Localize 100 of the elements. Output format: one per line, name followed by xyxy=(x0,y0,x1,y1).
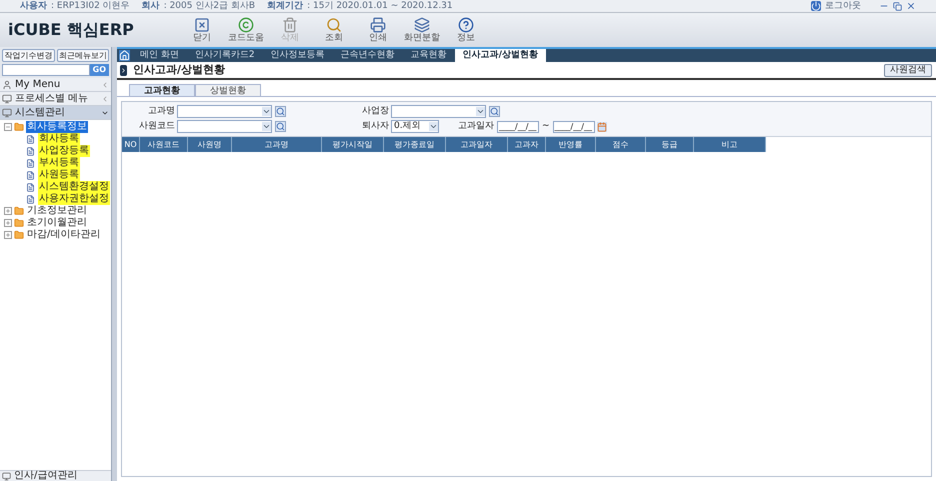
company-label: 회사 xyxy=(142,0,160,12)
document-icon xyxy=(26,158,35,168)
user-icon xyxy=(2,80,12,90)
folder-icon xyxy=(14,218,24,228)
retired-select[interactable]: 0.제외 xyxy=(391,120,439,133)
search-icon[interactable] xyxy=(275,121,286,132)
document-icon xyxy=(26,134,35,144)
tree-item[interactable]: 사원등록 xyxy=(38,169,80,181)
tab[interactable]: 인사고과/상벌현황 xyxy=(454,49,546,62)
user-value: : ERP13I02 이현우 xyxy=(51,0,130,12)
toolbar-icon xyxy=(370,16,386,32)
document-icon xyxy=(26,146,35,156)
toolbar-button[interactable]: 조회 xyxy=(312,16,356,44)
field-label: 고과명 xyxy=(147,105,176,118)
period-label: 회계기간 xyxy=(267,0,304,12)
toolbar-icon xyxy=(414,16,430,32)
monitor-icon xyxy=(2,94,12,104)
tree-item[interactable]: 마감/데이타관리 xyxy=(26,229,102,241)
sub-tab[interactable]: 상벌현황 xyxy=(195,84,261,96)
dropdown-icon xyxy=(262,107,271,116)
toolbar-button[interactable]: 정보 xyxy=(444,16,488,44)
tree-item[interactable]: 시스템환경설정 xyxy=(38,181,110,193)
close-icon[interactable] xyxy=(906,1,916,11)
column-header: 평가시작일 xyxy=(322,137,384,152)
field-label: 퇴사자 xyxy=(361,120,390,133)
go-button[interactable]: GO xyxy=(90,64,109,76)
sub-tab[interactable]: 고과현황 xyxy=(129,84,195,96)
document-icon xyxy=(26,170,35,180)
toolbar-button[interactable]: 코드도움 xyxy=(224,16,268,44)
tab[interactable]: 메인 화면 xyxy=(132,49,187,62)
period-value: : 15기 2020.01.01 ~ 2020.12.31 xyxy=(307,0,453,12)
sidebar-button[interactable]: 작업기수변경 xyxy=(2,49,54,62)
tree-item[interactable]: 부서등록 xyxy=(38,157,80,169)
expand-icon[interactable] xyxy=(4,231,12,239)
tab[interactable]: 인사정보등록 xyxy=(262,49,333,62)
title-marker-icon xyxy=(120,64,127,76)
employee-code-field[interactable] xyxy=(177,120,272,133)
column-header: 점수 xyxy=(596,137,646,152)
tab[interactable]: 교육현황 xyxy=(402,49,455,62)
tree-item[interactable]: 사용자권한설정 xyxy=(38,193,110,205)
course-field[interactable] xyxy=(177,105,272,118)
column-header: NO xyxy=(122,137,140,152)
user-label: 사용자 xyxy=(20,0,47,12)
toolbar-icon xyxy=(458,16,474,32)
sidebar-section[interactable]: My Menu xyxy=(0,78,111,92)
folder-icon xyxy=(14,230,24,240)
folder-icon xyxy=(14,122,24,132)
site-field[interactable] xyxy=(391,105,486,118)
employee-search-button[interactable]: 사원검색 xyxy=(884,64,932,76)
search-icon[interactable] xyxy=(489,106,500,117)
toolbar-button[interactable]: 화면분할 xyxy=(400,16,444,44)
sidebar-section[interactable]: 시스템관리 xyxy=(0,106,111,120)
column-header: 평가종료일 xyxy=(384,137,446,152)
tree-item[interactable]: 기초정보관리 xyxy=(26,205,88,217)
sidebar-button[interactable]: 최근메뉴보기 xyxy=(56,49,109,62)
column-header: 고과자 xyxy=(508,137,546,152)
range-separator: ~ xyxy=(541,120,551,133)
toolbar-icon xyxy=(194,16,210,32)
sidebar-section[interactable]: 프로세스별 메뉴 xyxy=(0,92,111,106)
search-icon[interactable] xyxy=(275,106,286,117)
company-value: : 2005 인사2급 회사B xyxy=(164,0,256,12)
field-label: 사업장 xyxy=(361,105,390,118)
column-header: 고과일자 xyxy=(446,137,508,152)
folder-icon xyxy=(14,206,24,216)
document-icon xyxy=(26,182,35,192)
monitor-icon xyxy=(2,472,11,480)
tab[interactable]: 인사기록카드2 xyxy=(186,49,263,62)
field-label: 고과일자 xyxy=(457,120,495,133)
home-icon[interactable] xyxy=(119,50,130,61)
tree-item[interactable]: 회사등록 xyxy=(38,133,80,145)
sidebar-section[interactable]: 인사/급여관리 xyxy=(0,470,111,481)
menu-search-field[interactable] xyxy=(2,64,90,76)
restore-icon[interactable] xyxy=(893,2,902,10)
toolbar-button[interactable]: 인쇄 xyxy=(356,16,400,44)
power-icon xyxy=(811,1,821,11)
tree-item[interactable]: 초기이월관리 xyxy=(26,217,88,229)
logout-link[interactable]: 로그아웃 xyxy=(825,0,861,12)
column-header: 사원코드 xyxy=(140,137,188,152)
dropdown-icon xyxy=(262,122,271,131)
date-to-field[interactable]: ____/__/__ xyxy=(552,120,595,132)
field-label: 사원코드 xyxy=(138,120,176,133)
column-header: 반영률 xyxy=(546,137,596,152)
page-title: 인사고과/상벌현황 xyxy=(133,62,226,78)
column-header: 등급 xyxy=(646,137,694,152)
tree-item[interactable]: 회사등록정보 xyxy=(26,121,88,133)
tree-item[interactable]: 사업장등록 xyxy=(38,145,90,157)
monitor-icon xyxy=(2,108,12,118)
toolbar-icon xyxy=(282,16,298,32)
dropdown-icon xyxy=(476,107,485,116)
date-from-field[interactable]: ____/__/__ xyxy=(497,120,539,132)
expand-icon[interactable] xyxy=(4,219,12,227)
app-logo: iCUBE 핵심ERP xyxy=(7,19,135,41)
toolbar-button[interactable]: 닫기 xyxy=(180,16,224,44)
column-header: 비고 xyxy=(694,137,766,152)
toolbar-icon xyxy=(238,16,254,32)
expand-icon[interactable] xyxy=(4,207,12,215)
tab[interactable]: 근속년수현황 xyxy=(332,49,403,62)
collapse-icon[interactable] xyxy=(4,123,12,131)
calendar-icon[interactable] xyxy=(596,122,607,132)
document-icon xyxy=(26,194,35,204)
